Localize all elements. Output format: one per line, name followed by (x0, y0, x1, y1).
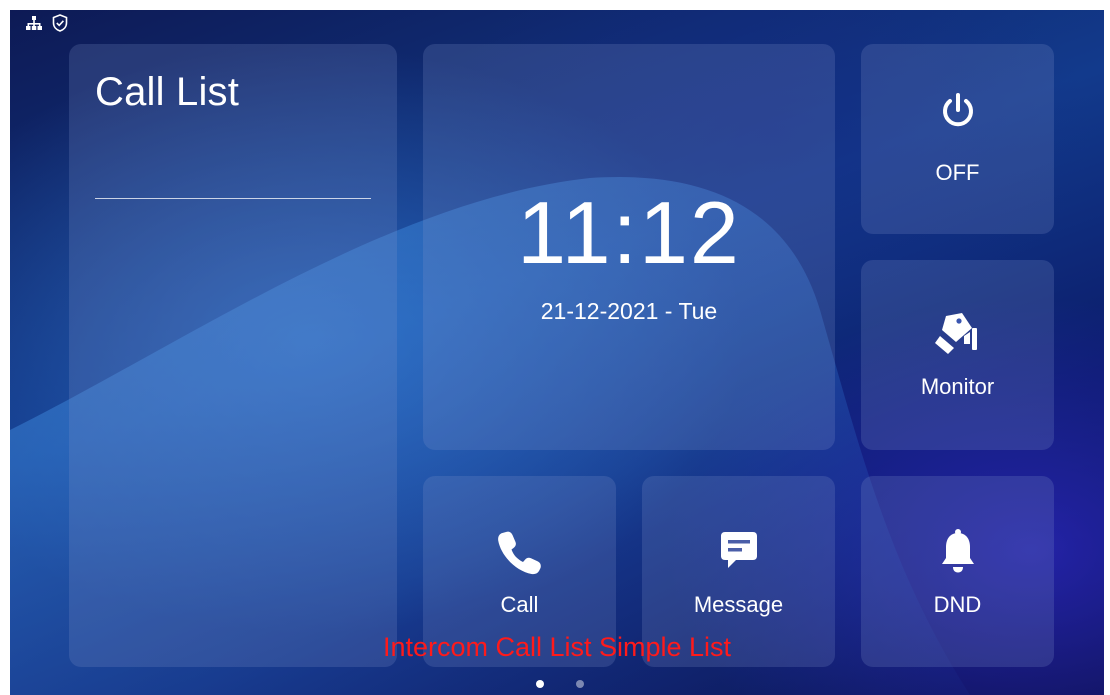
call-list-title: Call List (95, 70, 240, 114)
clock-time: 11:12 (517, 183, 741, 282)
call-list-divider (95, 198, 371, 199)
cctv-camera-icon (934, 313, 977, 354)
page-dot[interactable] (576, 680, 584, 688)
clock-panel: 11:12 21-12-2021 - Tue (423, 44, 835, 450)
dnd-label: DND (933, 592, 982, 617)
monitor-button[interactable]: Monitor (861, 260, 1054, 450)
shield-check-icon (52, 14, 68, 32)
off-button[interactable]: OFF (861, 44, 1054, 234)
off-label: OFF (935, 160, 980, 185)
call-label: Call (500, 592, 539, 617)
clock-date: 21-12-2021 - Tue (540, 298, 718, 324)
phone-icon (497, 531, 541, 575)
monitor-label: Monitor (920, 374, 995, 399)
page-dot-active[interactable] (536, 680, 544, 688)
network-icon (26, 16, 42, 30)
bell-icon (941, 529, 974, 573)
home-screen: Call List 11:12 21-12-2021 - Tue OFF Mon… (10, 10, 1104, 695)
screenshot-caption: Intercom Call List Simple List (382, 632, 732, 662)
message-icon (720, 532, 757, 568)
power-icon (942, 93, 973, 127)
message-label: Message (693, 592, 784, 617)
call-list-panel[interactable]: Call List (69, 44, 397, 667)
